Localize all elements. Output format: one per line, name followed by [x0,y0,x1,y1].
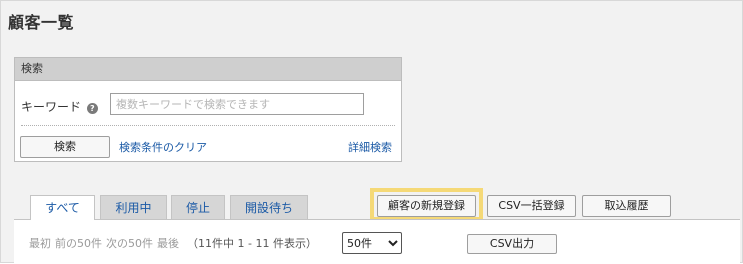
new-customer-button[interactable]: 顧客の新規登録 [377,195,476,217]
pagination-next: 次の50件 [106,237,153,250]
pagination-prev: 前の50件 [55,237,102,250]
separator [21,125,395,126]
tab-in-use[interactable]: 利用中 [100,195,167,219]
help-icon[interactable]: ? [86,103,98,114]
record-count: （11件中 1 - 11 件表示） [187,237,317,250]
keyword-label: キーワード ? [21,98,98,115]
csv-bulk-register-button[interactable]: CSV一括登録 [487,195,576,217]
pagination: 最初 前の50件 次の50件 最後 （11件中 1 - 11 件表示） [29,235,321,251]
keyword-search-input[interactable] [110,93,364,115]
advanced-search-link[interactable]: 詳細検索 [348,139,392,155]
tab-pending[interactable]: 開設待ち [230,195,308,219]
pagination-first: 最初 [29,237,51,250]
tab-stopped[interactable]: 停止 [171,195,225,219]
search-panel-header: 検索 [15,58,401,81]
search-button[interactable]: 検索 [20,136,110,158]
tab-all[interactable]: すべて [30,195,95,220]
page-title: 顧客一覧 [8,13,75,32]
csv-export-button[interactable]: CSV出力 [467,234,557,254]
search-panel: 検索 キーワード ? 検索 検索条件のクリア 詳細検索 [14,57,402,162]
page-container: 顧客一覧 検索 キーワード ? 検索 検索条件のクリア 詳細検索 すべて 利用中… [0,0,743,264]
import-history-button[interactable]: 取込履歴 [582,195,671,217]
pagination-last: 最後 [157,237,179,250]
list-panel: 最初 前の50件 次の50件 最後 （11件中 1 - 11 件表示） 50件 CSV出… [14,219,740,264]
per-page-select[interactable]: 50件 [342,232,402,254]
clear-conditions-link[interactable]: 検索条件のクリア [119,139,207,155]
keyword-label-text: キーワード [21,100,82,114]
